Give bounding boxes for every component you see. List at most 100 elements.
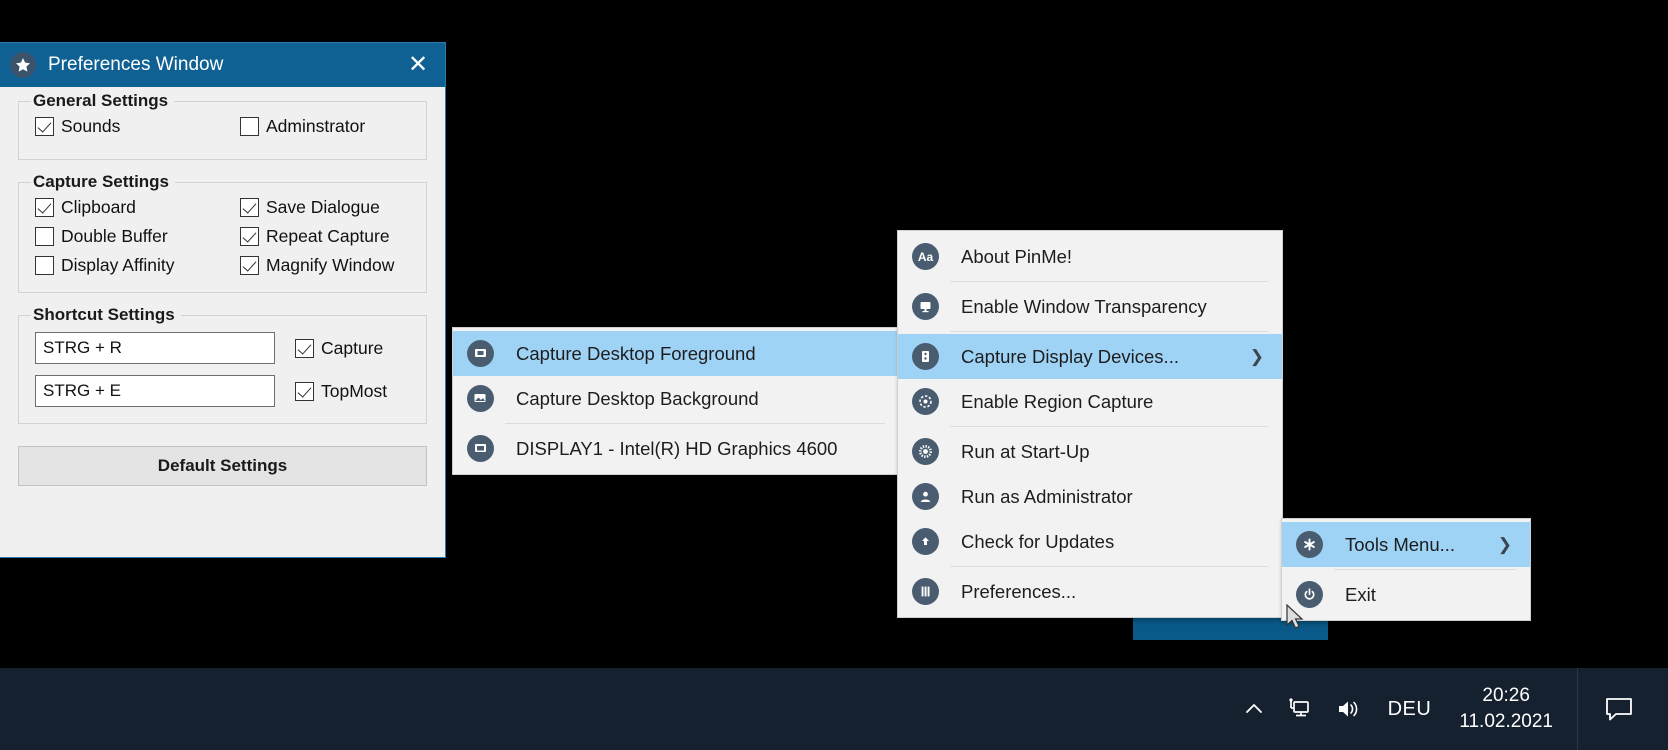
checkbox-box[interactable] [295,338,314,358]
checkbox-box[interactable] [240,198,259,217]
checkbox-clipboard[interactable]: Clipboard [35,197,240,218]
checkbox-label: Repeat Capture [266,226,390,246]
checkbox-label: Save Dialogue [266,197,380,217]
menu-item-tools-menu[interactable]: Tools Menu... ❯ [1282,522,1530,567]
foreground-window-icon [467,340,494,367]
show-hidden-icons-button[interactable] [1232,668,1276,750]
menu-item-about-pinme[interactable]: Aa About PinMe! [898,234,1282,279]
checkbox-label: Clipboard [61,197,136,217]
checkbox-topmost[interactable]: TopMost [295,381,387,402]
menu-item-exit[interactable]: Exit [1282,572,1530,617]
checkbox-double-buffer[interactable]: Double Buffer [35,226,240,247]
menu-separator [505,423,885,424]
clock[interactable]: 20:26 11.02.2021 [1445,683,1567,734]
capture-devices-submenu: Capture Desktop Foreground Capture Deskt… [452,327,900,475]
volume-icon[interactable] [1324,668,1374,750]
checkbox-box[interactable] [240,117,259,136]
checkbox-adminstrator[interactable]: Adminstrator [240,116,445,137]
menu-item-label: About PinMe! [961,245,1073,267]
menu-item-display1[interactable]: DISPLAY1 - Intel(R) HD Graphics 4600 [453,426,899,471]
update-upload-icon [912,528,939,555]
checkbox-save-dialogue[interactable]: Save Dialogue [240,197,445,218]
preferences-titlebar[interactable]: Preferences Window ✕ [0,43,445,87]
menu-item-run-at-startup[interactable]: Run at Start-Up [898,429,1282,474]
chevron-right-icon: ❯ [1249,346,1264,366]
taskbar: DEU 20:26 11.02.2021 [0,668,1668,750]
star-icon [10,52,36,78]
region-capture-icon [912,388,939,415]
display-icon [467,435,494,462]
menu-separator [950,426,1268,427]
menu-item-label: Check for Updates [961,530,1115,552]
power-icon [1296,581,1323,608]
menu-item-enable-window-transparency[interactable]: Enable Window Transparency [898,284,1282,329]
checkbox-box[interactable] [240,256,259,275]
menu-item-label: Capture Desktop Background [516,387,759,409]
general-settings-title: General Settings [31,91,175,111]
capture-settings-group: Capture Settings Clipboard Save Dialogue [18,172,427,293]
capture-settings-title: Capture Settings [31,172,176,192]
checkbox-sounds[interactable]: Sounds [35,116,240,137]
menu-item-label: Capture Desktop Foreground [516,342,756,364]
menu-item-label: Preferences... [961,580,1077,602]
checkbox-capture[interactable]: Capture [295,338,383,359]
menu-item-capture-desktop-background[interactable]: Capture Desktop Background [453,376,899,421]
preferences-title: Preferences Window [48,54,224,75]
checkbox-magnify-window[interactable]: Magnify Window [240,255,445,276]
preferences-window: Preferences Window ✕ General Settings So… [0,42,446,558]
checkbox-row: Clipboard Save Dialogue [35,197,410,218]
checkbox-label: Sounds [61,116,121,136]
menu-item-run-as-administrator[interactable]: Run as Administrator [898,474,1282,519]
menu-separator [950,331,1268,332]
display-devices-icon [912,343,939,370]
language-indicator[interactable]: DEU [1374,698,1446,721]
action-center-icon[interactable] [1577,668,1652,750]
checkbox-box[interactable] [35,256,54,275]
menu-item-label: Exit [1345,583,1376,605]
menu-item-label: Enable Window Transparency [961,295,1207,317]
checkbox-box[interactable] [35,198,54,217]
checkbox-box[interactable] [35,117,54,136]
checkbox-box[interactable] [240,227,259,246]
checkbox-row: Sounds Adminstrator [35,116,410,137]
menu-item-preferences[interactable]: Preferences... [898,569,1282,614]
sliders-icon [912,578,939,605]
shortcut-settings-group: Shortcut Settings Capture TopMost [18,305,427,424]
checkbox-label: TopMost [321,380,388,401]
close-icon[interactable]: ✕ [401,48,435,82]
menu-item-check-for-updates[interactable]: Check for Updates [898,519,1282,564]
checkbox-row: Double Buffer Repeat Capture [35,226,410,247]
monitor-icon [912,293,939,320]
system-tray: DEU 20:26 11.02.2021 [1232,668,1652,750]
general-settings-group: General Settings Sounds Adminstrator [18,91,427,160]
network-icon[interactable] [1276,668,1324,750]
menu-item-label: DISPLAY1 - Intel(R) HD Graphics 4600 [516,437,838,459]
checkbox-display-affinity[interactable]: Display Affinity [35,255,240,276]
checkbox-box[interactable] [35,227,54,246]
checkbox-repeat-capture[interactable]: Repeat Capture [240,226,445,247]
checkbox-label: Double Buffer [61,226,168,246]
default-settings-button[interactable]: Default Settings [18,446,427,486]
clock-time: 20:26 [1482,685,1530,707]
checkbox-box[interactable] [295,381,314,401]
menu-item-label: Enable Region Capture [961,390,1154,412]
tray-root-menu: Tools Menu... ❯ Exit [1281,518,1531,621]
gear-icon [912,438,939,465]
background-window-icon [467,385,494,412]
clock-date: 11.02.2021 [1459,711,1553,732]
desktop-screen: Preferences Window ✕ General Settings So… [0,0,1668,750]
pinme-context-menu: Aa About PinMe! Enable Window Transparen… [897,230,1283,618]
shortcut-input-capture[interactable] [35,332,275,364]
preferences-body: General Settings Sounds Adminstrator Cap… [0,87,445,557]
menu-separator [1334,569,1516,570]
menu-item-label: Run as Administrator [961,485,1133,507]
checkbox-label: Display Affinity [61,255,175,275]
user-icon [912,483,939,510]
menu-item-capture-desktop-foreground[interactable]: Capture Desktop Foreground [453,331,899,376]
shortcut-settings-title: Shortcut Settings [31,305,181,325]
menu-item-enable-region-capture[interactable]: Enable Region Capture [898,379,1282,424]
menu-item-capture-display-devices[interactable]: Capture Display Devices... ❯ [898,334,1282,379]
shortcut-input-topmost[interactable] [35,375,275,407]
checkbox-label: Magnify Window [266,255,395,275]
checkbox-label: Capture [321,337,384,358]
